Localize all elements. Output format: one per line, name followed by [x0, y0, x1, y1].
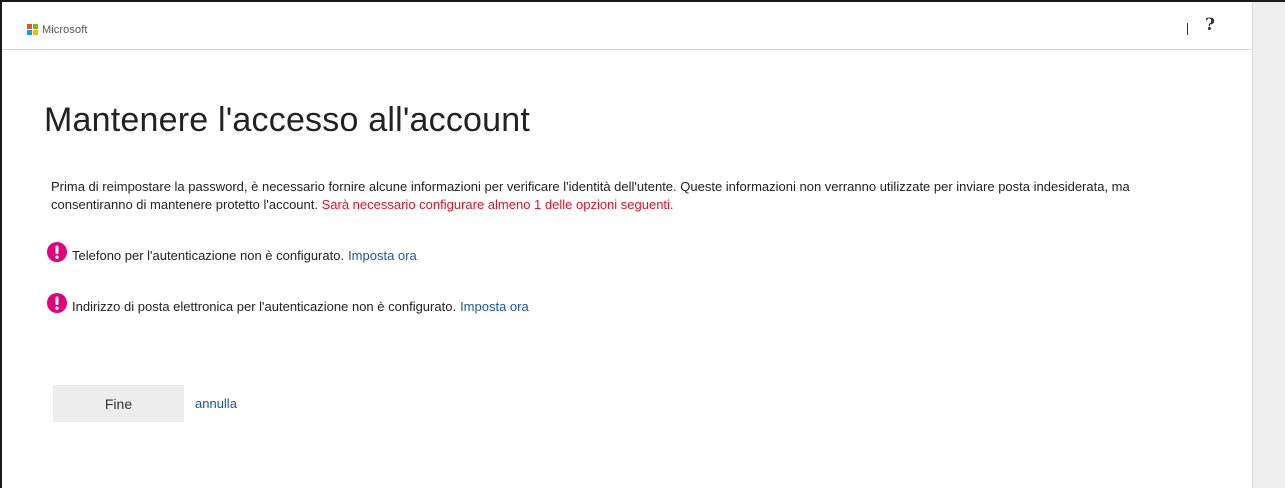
requirement-warning: Sarà necessario configurare almeno 1 del… — [321, 197, 674, 212]
exclamation-circle-icon — [47, 242, 67, 262]
brand-name: Microsoft — [42, 24, 88, 36]
page-title: Mantenere l'accesso all'account — [44, 101, 531, 139]
header: Microsoft ? — [2, 2, 1252, 50]
email-auth-text: Indirizzo di posta elettronica per l'aut… — [72, 298, 457, 314]
scrollbar[interactable] — [1252, 2, 1285, 488]
cancel-link[interactable]: annulla — [195, 396, 237, 411]
page-description: Prima di reimpostare la password, è nece… — [51, 178, 1211, 214]
page: Microsoft ? Mantenere l'accesso all'acco… — [0, 0, 1285, 488]
window-left-border — [0, 0, 2, 488]
finish-button[interactable]: Fine — [53, 385, 184, 422]
email-auth-status: Indirizzo di posta elettronica per l'aut… — [46, 293, 529, 314]
header-divider — [1187, 23, 1188, 35]
microsoft-logo: Microsoft — [27, 24, 88, 36]
phone-auth-text: Telefono per l'autenticazione non è conf… — [72, 247, 345, 263]
help-icon[interactable]: ? — [1202, 14, 1218, 36]
email-setup-link[interactable]: Imposta ora — [460, 299, 529, 314]
exclamation-circle-icon — [47, 293, 67, 313]
microsoft-logo-icon — [27, 24, 39, 36]
phone-auth-status: Telefono per l'autenticazione non è conf… — [46, 242, 417, 263]
phone-setup-link[interactable]: Imposta ora — [348, 248, 417, 263]
